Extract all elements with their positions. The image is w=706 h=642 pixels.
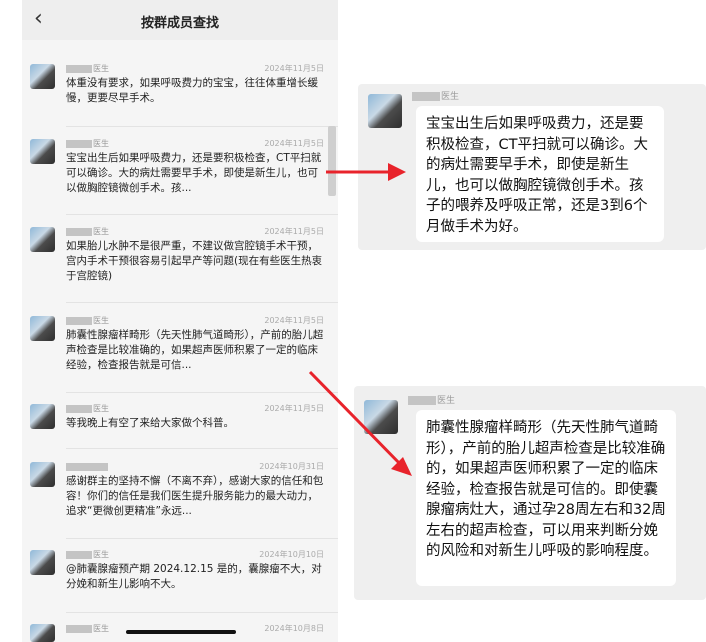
annotation-arrows bbox=[308, 163, 412, 476]
red-arrow-icon bbox=[308, 370, 412, 476]
red-arrow-icon bbox=[326, 163, 406, 181]
